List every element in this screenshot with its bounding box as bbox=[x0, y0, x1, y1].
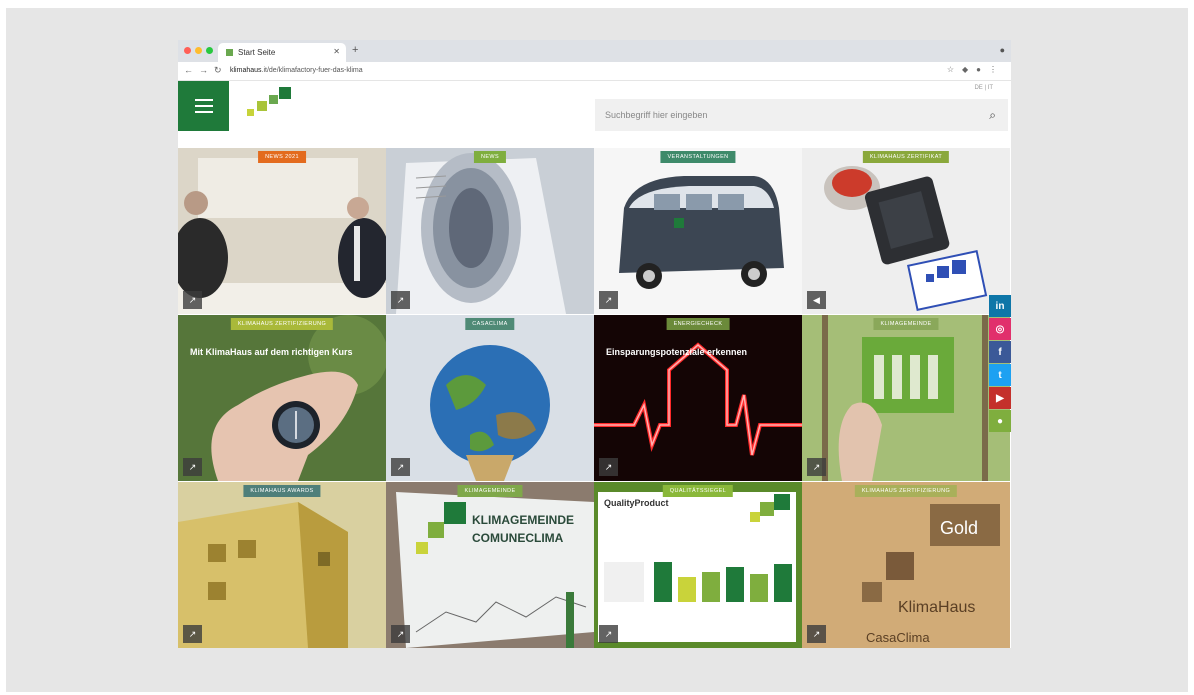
tile-grid: NEWS 2021 ↗ NEWS ↗ VERANSTALTUNGEN ↗ KLI… bbox=[178, 148, 1011, 648]
speaker-icon[interactable]: ◀ bbox=[807, 291, 826, 309]
search-icon[interactable]: ⌕ bbox=[989, 99, 996, 131]
category-badge[interactable]: KLIMAHAUS ZERTIFIZIERUNG bbox=[230, 318, 334, 330]
gold-text: Gold bbox=[940, 518, 978, 538]
compass-hand-image bbox=[178, 315, 386, 481]
tile-title[interactable]: Mit KlimaHaus auf dem richtigen Kurs bbox=[190, 347, 370, 358]
chat-icon[interactable]: ● bbox=[989, 410, 1011, 432]
tile-klimahaus-awards[interactable]: KLIMAHAUS AWARDS ↗ bbox=[178, 482, 386, 648]
external-link-icon[interactable]: ↗ bbox=[807, 625, 826, 643]
site-header: DE | IT Suchbegriff hier eingeben ⌕ bbox=[178, 81, 1011, 148]
tile-energiecheck[interactable]: ENERGIECHECK Einsparungspotenziale erken… bbox=[594, 315, 802, 481]
instagram-icon[interactable]: ◎ bbox=[989, 318, 1011, 340]
stamp-image bbox=[802, 148, 1010, 314]
category-badge[interactable]: NEWS bbox=[473, 151, 507, 163]
golden-house-image bbox=[178, 482, 386, 648]
klimagemeinde-sign-text: KLIMAGEMEINDE bbox=[472, 513, 574, 527]
category-badge[interactable]: VERANSTALTUNGEN bbox=[660, 151, 736, 163]
facebook-icon[interactable]: f bbox=[989, 341, 1011, 363]
wooden-plaque-image: Gold KlimaHaus CasaClima bbox=[802, 482, 1010, 648]
external-link-icon[interactable]: ↗ bbox=[599, 291, 618, 309]
category-badge[interactable]: KLIMAHAUS ZERTIFIZIERUNG bbox=[854, 485, 958, 497]
klimahaus-logo[interactable] bbox=[241, 87, 301, 131]
forward-icon[interactable]: → bbox=[199, 65, 214, 75]
tile-kompass[interactable]: KLIMAHAUS ZERTIFIZIERUNG Mit KlimaHaus a… bbox=[178, 315, 386, 481]
category-badge[interactable]: KLIMAHAUS AWARDS bbox=[243, 485, 321, 497]
window-controls bbox=[184, 47, 213, 54]
external-link-icon[interactable]: ↗ bbox=[807, 458, 826, 476]
quality-product-image: QualityProduct bbox=[594, 482, 802, 648]
category-badge[interactable]: NEWS 2021 bbox=[258, 151, 306, 163]
browser-window: Start Seite ✕ + ● ←→↻ klimahaus.it/de/kl… bbox=[178, 40, 1011, 648]
tile-title[interactable]: Einsparungspotenziale erkennen bbox=[606, 347, 786, 358]
new-tab-button[interactable]: + bbox=[352, 44, 358, 56]
tile-klimahaus-zertifikat[interactable]: KLIMAHAUS ZERTIFIKAT ◀ bbox=[802, 148, 1010, 314]
external-link-icon[interactable]: ↗ bbox=[183, 291, 202, 309]
tile-klimahaus-wood[interactable]: Gold KlimaHaus CasaClima KLIMAHAUS ZERTI… bbox=[802, 482, 1010, 648]
external-link-icon[interactable]: ↗ bbox=[391, 291, 410, 309]
casaclima-wood-text: CasaClima bbox=[866, 630, 930, 645]
tab-title: Start Seite bbox=[238, 48, 276, 57]
external-link-icon[interactable]: ↗ bbox=[183, 625, 202, 643]
profile-icon[interactable]: ● bbox=[1000, 45, 1005, 55]
extensions-icon[interactable]: ◆ bbox=[962, 65, 976, 74]
tile-casaclima[interactable]: CASACLIMA ↗ bbox=[386, 315, 594, 481]
bookmark-icon[interactable]: ☆ bbox=[947, 65, 962, 74]
tile-veranstaltungen[interactable]: VERANSTALTUNGEN ↗ bbox=[594, 148, 802, 314]
twitter-icon[interactable]: t bbox=[989, 364, 1011, 386]
tab-bar: Start Seite ✕ + ● bbox=[178, 40, 1011, 62]
search-input[interactable]: Suchbegriff hier eingeben ⌕ bbox=[595, 99, 1008, 131]
category-badge[interactable]: KLIMAGEMEINDE bbox=[873, 318, 939, 330]
external-link-icon[interactable]: ↗ bbox=[391, 458, 410, 476]
reload-icon[interactable]: ↻ bbox=[214, 65, 228, 75]
earth-bulb-image bbox=[386, 315, 594, 481]
category-badge[interactable]: KLIMAGEMEINDE bbox=[457, 485, 523, 497]
youtube-icon[interactable]: ▶ bbox=[989, 387, 1011, 409]
maximize-window-button[interactable] bbox=[206, 47, 213, 54]
external-link-icon[interactable]: ↗ bbox=[599, 458, 618, 476]
language-switch[interactable]: DE | IT bbox=[974, 85, 993, 91]
back-icon[interactable]: ← bbox=[184, 65, 199, 75]
newspaper-image bbox=[386, 148, 594, 314]
url-path: .it/de/klimafactory-fuer-das-klima bbox=[261, 67, 363, 74]
press-conference-image bbox=[178, 148, 386, 314]
favicon-icon bbox=[226, 49, 233, 56]
category-badge[interactable]: QUALITÄTSSIEGEL bbox=[662, 485, 734, 497]
account-icon[interactable]: ● bbox=[976, 65, 989, 74]
browser-tab[interactable]: Start Seite ✕ bbox=[218, 43, 346, 62]
tile-klimagemeinde[interactable]: KLIMAGEMEINDE ↗ bbox=[802, 315, 1010, 481]
klimahaus-wood-text: KlimaHaus bbox=[898, 599, 975, 616]
comuneclima-sign-text: COMUNECLIMA bbox=[472, 531, 564, 545]
close-window-button[interactable] bbox=[184, 47, 191, 54]
tile-news[interactable]: NEWS ↗ bbox=[386, 148, 594, 314]
linkedin-icon[interactable]: in bbox=[989, 295, 1011, 317]
close-tab-icon[interactable]: ✕ bbox=[333, 47, 340, 56]
heartbeat-house-image bbox=[594, 315, 802, 481]
forest-cutout-image bbox=[802, 315, 1010, 481]
more-icon[interactable]: ⋮ bbox=[989, 65, 1005, 74]
external-link-icon[interactable]: ↗ bbox=[183, 458, 202, 476]
url-domain: klimahaus bbox=[230, 67, 262, 74]
category-badge[interactable]: ENERGIECHECK bbox=[666, 318, 730, 330]
category-badge[interactable]: KLIMAHAUS ZERTIFIKAT bbox=[862, 151, 950, 163]
toolbar-icons: ☆◆●⋮ bbox=[947, 65, 1005, 74]
vw-bus-image bbox=[594, 148, 802, 314]
quality-product-text: QualityProduct bbox=[604, 498, 669, 508]
minimize-window-button[interactable] bbox=[195, 47, 202, 54]
hamburger-menu-button[interactable] bbox=[178, 81, 229, 131]
search-placeholder: Suchbegriff hier eingeben bbox=[605, 110, 708, 120]
menu-line-icon bbox=[194, 99, 213, 101]
tile-klimagemeinde-sign[interactable]: KLIMAGEMEINDE COMUNECLIMA KLIMAGEMEINDE … bbox=[386, 482, 594, 648]
tile-news-2021[interactable]: NEWS 2021 ↗ bbox=[178, 148, 386, 314]
external-link-icon[interactable]: ↗ bbox=[599, 625, 618, 643]
nav-buttons: ←→↻ bbox=[184, 65, 228, 76]
address-bar: ←→↻ klimahaus.it/de/klimafactory-fuer-da… bbox=[178, 62, 1011, 81]
url-field[interactable]: klimahaus.it/de/klimafactory-fuer-das-kl… bbox=[230, 65, 950, 77]
external-link-icon[interactable]: ↗ bbox=[391, 625, 410, 643]
klimagemeinde-sign-image: KLIMAGEMEINDE COMUNECLIMA bbox=[386, 482, 594, 648]
social-sidebar: in ◎ f t ▶ ● bbox=[989, 295, 1011, 433]
tile-qualitaetssiegel[interactable]: QualityProduct QUALITÄTSSIEGEL ↗ bbox=[594, 482, 802, 648]
category-badge[interactable]: CASACLIMA bbox=[465, 318, 515, 330]
